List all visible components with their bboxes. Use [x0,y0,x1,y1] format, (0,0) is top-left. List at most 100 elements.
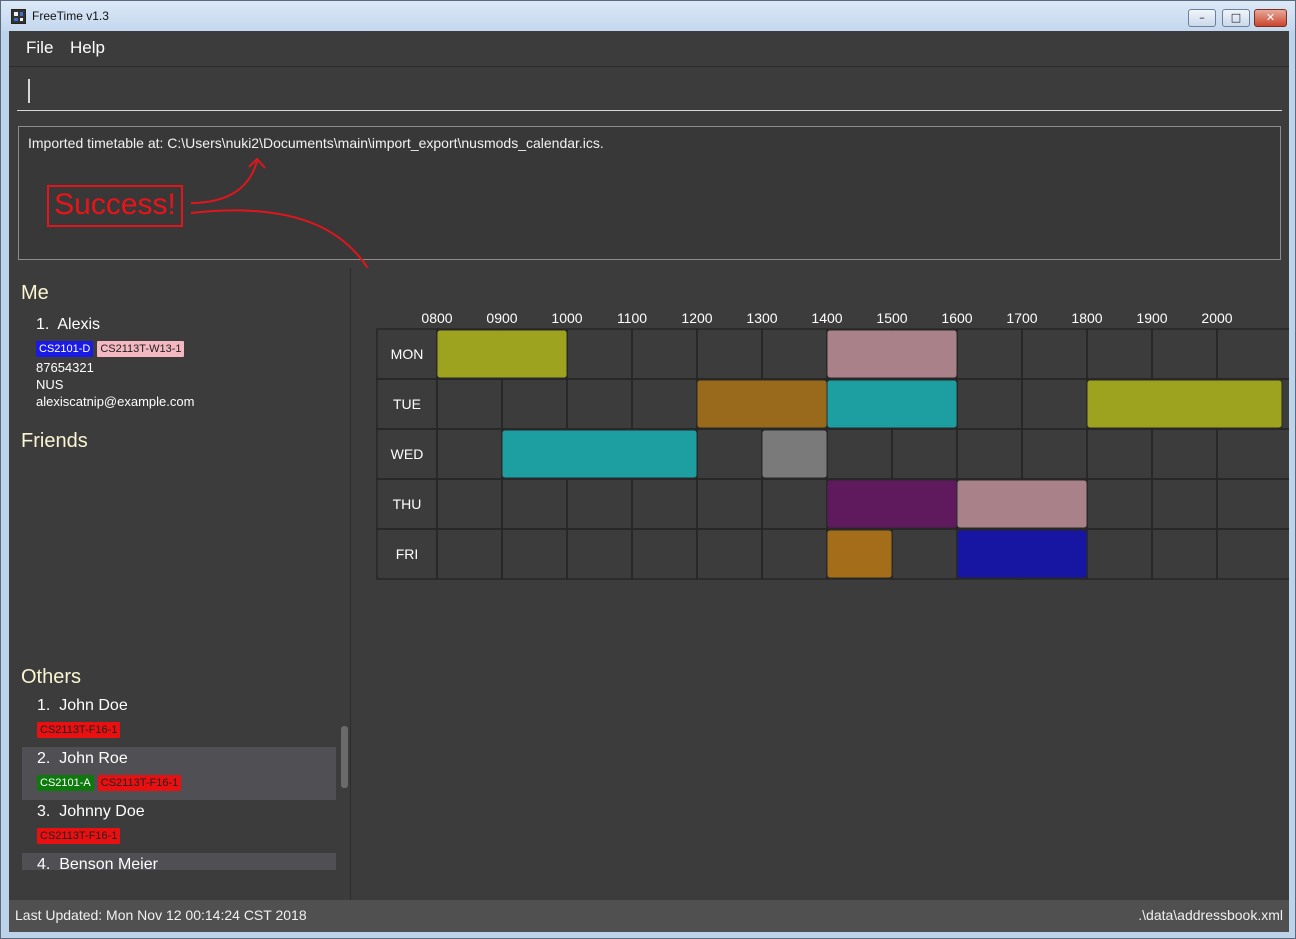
timetable-slot[interactable] [1086,379,1283,429]
friends-section-title: Friends [21,430,88,452]
timetable-cell [1216,428,1289,480]
day-label: TUE [393,396,421,412]
close-button[interactable]: ✕ [1254,9,1287,27]
timetable-cell [1021,428,1088,480]
timetable-slot[interactable] [436,329,568,379]
timetable-cell [1021,378,1088,430]
tag: CS2113T-F16-1 [37,722,121,738]
timetable-cell [1151,528,1218,580]
hour-label: 1800 [1071,310,1102,326]
hour-label: 2000 [1201,310,1232,326]
timetable-cell [566,378,633,430]
timetable-slot[interactable] [761,429,828,479]
hour-label: 0900 [486,310,517,326]
timetable-cell [826,428,893,480]
person-list-panel: Me 1. Alexis CS2101-D CS2113T-W13-1 87654… [9,268,351,900]
me-email: alexiscatnip@example.com [36,394,195,409]
timetable-cell [1086,328,1153,380]
menu-bar: File Help [9,31,1289,67]
timetable-cell [1151,428,1218,480]
result-message: Imported timetable at: C:\Users\nuki2\Do… [28,135,604,151]
hour-label: 1400 [811,310,842,326]
minimize-button[interactable]: – [1188,9,1216,27]
item-index: 3. [37,803,51,820]
day-label: THU [393,496,422,512]
hour-label: 1300 [746,310,777,326]
timetable-slot[interactable] [826,329,958,379]
main-area: File Help Imported timetable at: C:\User… [9,31,1289,932]
timetable-cell [696,328,763,380]
day-label: FRI [396,546,419,562]
timetable-cell [436,378,503,430]
window-title: FreeTime v1.3 [32,9,109,23]
timetable-cell [566,528,633,580]
timetable-cell [761,478,828,530]
timetable-slot[interactable] [501,429,698,479]
others-list[interactable]: 1. John Doe CS2113T-F16-1 2. John Roe CS… [22,694,336,870]
timetable-cell [1151,478,1218,530]
timetable-cell [436,428,503,480]
file-path-text: .\data\addressbook.xml [1138,907,1283,923]
tag: CS2101-A [37,775,94,791]
timetable-cell [1021,328,1088,380]
timetable-slot[interactable] [956,529,1088,579]
timetable-cell [956,428,1023,480]
list-item[interactable]: 1. John Doe CS2113T-F16-1 [22,694,336,747]
list-item[interactable]: 3. Johnny Doe CS2113T-F16-1 [22,800,336,853]
timetable-cell [761,328,828,380]
timetable-cell [566,328,633,380]
hour-label: 1200 [681,310,712,326]
me-card[interactable]: 1. Alexis CS2101-D CS2113T-W13-1 87654321… [36,316,336,410]
timetable-cell [436,528,503,580]
timetable-slot[interactable] [696,379,828,429]
title-bar[interactable]: FreeTime v1.3 – □ ✕ [1,1,1295,31]
timetable-cell [501,528,568,580]
timetable-cell [696,528,763,580]
day-label: MON [391,346,424,362]
timetable-grid: 0800 0900 1000 1100 1200 1300 1400 1500 1600 1700… [376,310,1289,580]
others-scrollbar[interactable] [341,726,348,788]
app-icon [11,9,26,24]
timetable-slot[interactable] [826,529,893,579]
menu-help[interactable]: Help [70,38,105,58]
list-item[interactable]: 4. Benson Meier [22,853,336,870]
hour-label: 1100 [617,310,647,326]
timetable-cell [1216,478,1289,530]
timetable-cell [631,328,698,380]
timetable-cell [566,478,633,530]
item-index: 2. [37,750,51,767]
others-section-title: Others [21,666,82,688]
maximize-button[interactable]: □ [1222,9,1250,27]
timetable-cell [501,478,568,530]
timetable-slot[interactable] [826,479,958,529]
timetable-slot[interactable] [956,479,1088,529]
list-item[interactable]: 2. John Roe CS2101-A CS2113T-F16-1 [22,747,336,800]
item-index: 1. [37,697,51,714]
timetable-slot[interactable] [826,379,958,429]
text-caret [28,79,30,103]
menu-file[interactable]: File [26,38,53,58]
timetable-cell [956,378,1023,430]
item-index: 4. [37,856,51,870]
tag: CS2113T-F16-1 [97,775,182,791]
timetable-cell [696,428,763,480]
me-tags: CS2101-D CS2113T-W13-1 [36,337,336,357]
timetable-cell [501,378,568,430]
app-window: FreeTime v1.3 – □ ✕ File Help Imported t… [0,0,1296,939]
me-index: 1. [36,316,50,333]
last-updated-text: Last Updated: Mon Nov 12 00:14:24 CST 20… [15,907,307,923]
day-label: WED [391,446,424,462]
command-input[interactable] [17,71,1282,111]
tag: CS2113T-W13-1 [97,341,185,357]
timetable-cell [696,478,763,530]
timetable-cell [956,328,1023,380]
timetable-cell [891,528,958,580]
me-name: 1. Alexis [36,316,336,334]
success-annotation: Success! [47,185,183,227]
status-bar: Last Updated: Mon Nov 12 00:14:24 CST 20… [9,900,1289,932]
me-phone: 87654321 [36,360,94,375]
timetable-cell [631,528,698,580]
item-name: Benson Meier [59,856,158,870]
hour-label: 1000 [551,310,582,326]
timetable-cell [1086,428,1153,480]
